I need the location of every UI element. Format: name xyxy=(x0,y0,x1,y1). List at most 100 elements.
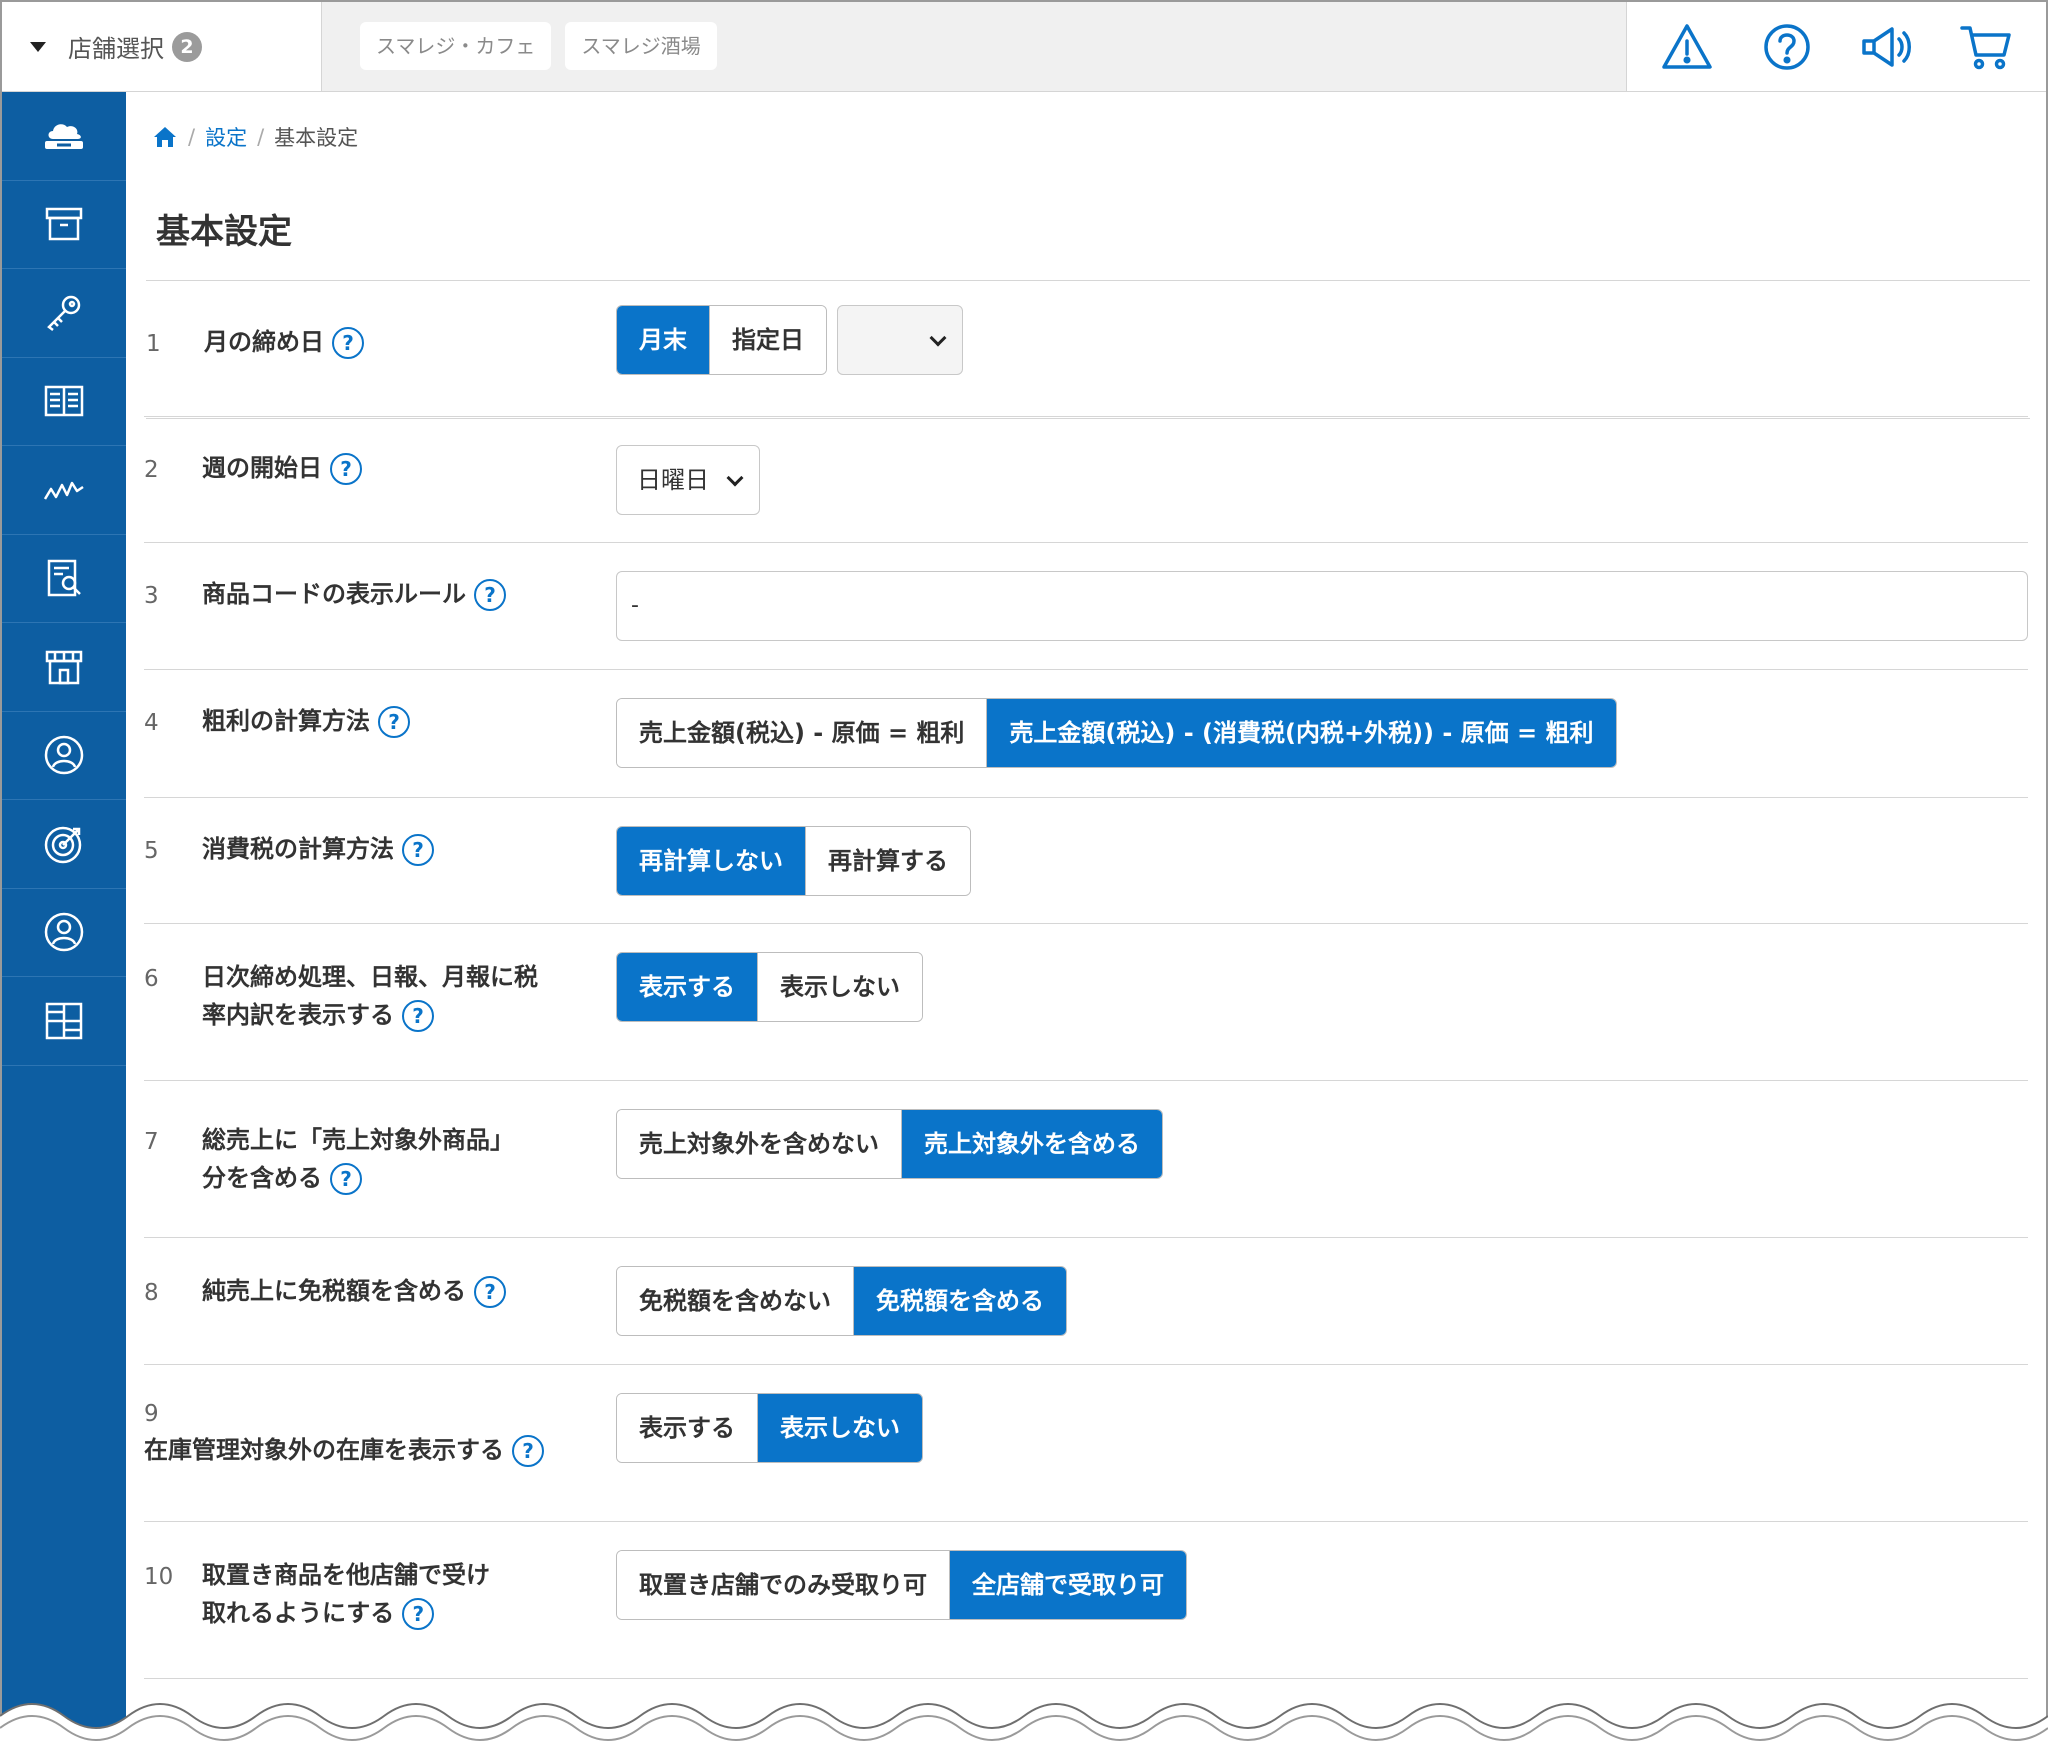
week-start-select[interactable]: 日曜日 xyxy=(616,445,760,515)
setting-label-text: 純売上に免税額を含める xyxy=(202,1277,466,1305)
torn-edge xyxy=(0,1703,2048,1754)
sidebar-item-customers[interactable] xyxy=(2,712,126,800)
store-select-label: 店舗選択 xyxy=(68,35,164,63)
setting-label: 粗利の計算方法? xyxy=(202,702,582,740)
cloud-register-icon xyxy=(45,123,83,149)
help-button[interactable]: ? xyxy=(402,1598,435,1630)
store-icon xyxy=(45,650,83,684)
chevron-down-icon xyxy=(726,469,744,487)
setting-row-1-layer xyxy=(144,279,2028,417)
cart-icon[interactable] xyxy=(1958,19,2014,75)
tax-calc-toggle: 再計算しない 再計算する xyxy=(616,826,971,896)
setting-label: 取置き商品を他店舗で受け取れるようにする? xyxy=(202,1556,502,1632)
sidebar-item-products[interactable] xyxy=(2,181,126,269)
sidebar-item-register[interactable] xyxy=(2,92,126,181)
setting-label: 在庫管理対象外の在庫を表示する? xyxy=(144,1431,604,1469)
help-button[interactable]: ? xyxy=(474,579,506,611)
archive-box-icon xyxy=(45,208,83,241)
gross-profit-controls: 売上金額(税込) - 原価 = 粗利 売上金額(税込) - (消費税(内税+外税… xyxy=(616,698,1617,768)
option-include-tax-free[interactable]: 免税額を含める xyxy=(854,1267,1066,1335)
top-bar: 店舗選択 2 スマレジ・カフェ スマレジ酒場 xyxy=(2,2,2046,92)
setting-row-6: 6 日次締め処理、日報、月報に税率内訳を表示する? 表示する 表示しない xyxy=(144,924,2028,1081)
setting-row-4: 4 粗利の計算方法? 売上金額(税込) - 原価 = 粗利 売上金額(税込) -… xyxy=(144,670,2028,798)
setting-row-8: 8 純売上に免税額を含める? 免税額を含めない 免税額を含める xyxy=(144,1238,2028,1365)
warning-icon[interactable] xyxy=(1659,19,1715,75)
target-icon xyxy=(44,826,82,863)
setting-row-9: 9 在庫管理対象外の在庫を表示する? 表示する 表示しない xyxy=(144,1365,2028,1522)
setting-label-text: 在庫管理対象外の在庫を表示する xyxy=(144,1436,504,1464)
setting-label: 総売上に「売上対象外商品」分を含める? xyxy=(202,1121,532,1197)
setting-number: 8 xyxy=(144,1280,159,1306)
setting-label: 週の開始日? xyxy=(202,449,582,487)
week-start-controls: 日曜日 xyxy=(616,445,760,515)
sidebar-item-stores[interactable] xyxy=(2,623,126,712)
option-gross-profit-excl-tax[interactable]: 売上金額(税込) - (消費税(内税+外税)) - 原価 = 粗利 xyxy=(987,699,1616,767)
store-tab-cafe[interactable]: スマレジ・カフェ xyxy=(360,22,552,70)
setting-label: 消費税の計算方法? xyxy=(202,830,582,868)
setting-number: 4 xyxy=(144,710,159,736)
week-start-value: 日曜日 xyxy=(637,466,709,494)
customer-icon xyxy=(44,736,84,775)
tax-calc-controls: 再計算しない 再計算する xyxy=(616,826,971,896)
option-gross-profit-basic[interactable]: 売上金額(税込) - 原価 = 粗利 xyxy=(617,699,988,767)
sidebar-item-staff[interactable] xyxy=(2,889,126,977)
caret-down-icon xyxy=(30,41,46,52)
non-managed-stock-toggle: 表示する 表示しない xyxy=(616,1393,923,1463)
setting-label: 純売上に免税額を含める? xyxy=(202,1272,582,1310)
setting-label-text: 商品コードの表示ルール xyxy=(202,580,466,608)
option-pickup-reserved-store-only[interactable]: 取置き店舗でのみ受取り可 xyxy=(617,1551,950,1619)
megaphone-icon[interactable] xyxy=(1858,19,1914,75)
tax-free-toggle: 免税額を含めない 免税額を含める xyxy=(616,1266,1067,1336)
tax-breakdown-controls: 表示する 表示しない xyxy=(616,952,923,1022)
store-tab-sakaba[interactable]: スマレジ酒場 xyxy=(565,22,717,70)
sidebar-item-marketing[interactable] xyxy=(2,800,126,889)
sidebar-item-analytics[interactable] xyxy=(2,446,126,535)
help-button[interactable]: ? xyxy=(512,1435,544,1467)
pickup-toggle: 取置き店舗でのみ受取り可 全店舗で受取り可 xyxy=(616,1550,1187,1620)
setting-number: 10 xyxy=(144,1564,174,1590)
sidebar-item-reports[interactable] xyxy=(2,535,126,623)
user-icon xyxy=(44,913,84,952)
tax-free-controls: 免税額を含めない 免税額を含める xyxy=(616,1266,1067,1336)
sidebar xyxy=(2,92,126,1754)
option-include-non-sales[interactable]: 売上対象外を含める xyxy=(902,1110,1162,1178)
report-search-icon xyxy=(47,560,81,597)
setting-label: 商品コードの表示ルール? xyxy=(202,575,622,613)
setting-row-5: 5 消費税の計算方法? 再計算しない 再計算する xyxy=(144,798,2028,924)
pickup-controls: 取置き店舗でのみ受取り可 全店舗で受取り可 xyxy=(616,1550,1187,1620)
option-recalc[interactable]: 再計算する xyxy=(806,827,970,895)
help-button[interactable]: ? xyxy=(402,834,434,866)
setting-row-7: 7 総売上に「売上対象外商品」分を含める? 売上対象外を含めない 売上対象外を含… xyxy=(144,1081,2028,1238)
setting-number: 6 xyxy=(144,966,159,992)
help-icon[interactable] xyxy=(1759,19,1815,75)
option-hide[interactable]: 表示しない xyxy=(758,1394,922,1462)
store-select-dropdown[interactable]: 店舗選択 2 xyxy=(2,2,322,91)
setting-label-text: 消費税の計算方法 xyxy=(202,835,394,863)
help-button[interactable]: ? xyxy=(330,453,362,485)
chart-line-icon xyxy=(43,481,84,500)
setting-label: 日次締め処理、日報、月報に税率内訳を表示する? xyxy=(202,958,542,1034)
option-show[interactable]: 表示する xyxy=(617,1394,758,1462)
setting-label-text: 日次締め処理、日報、月報に税率内訳を表示する xyxy=(202,963,538,1029)
sidebar-item-settings-key[interactable] xyxy=(2,269,126,358)
sidebar-item-apps[interactable] xyxy=(2,977,126,1066)
help-button[interactable]: ? xyxy=(402,1000,434,1032)
setting-row-2: 2 週の開始日? 日曜日 xyxy=(144,417,2028,543)
setting-label-text: 取置き商品を他店舗で受け取れるようにする xyxy=(202,1561,490,1627)
option-hide[interactable]: 表示しない xyxy=(758,953,922,1021)
option-show[interactable]: 表示する xyxy=(617,953,758,1021)
sidebar-item-manual[interactable] xyxy=(2,358,126,446)
option-pickup-all-stores[interactable]: 全店舗で受取り可 xyxy=(950,1551,1186,1619)
option-no-recalc[interactable]: 再計算しない xyxy=(617,827,806,895)
top-icon-bar xyxy=(1626,2,2046,91)
book-icon xyxy=(44,386,84,417)
help-button[interactable]: ? xyxy=(474,1276,506,1308)
code-rule-controls: - xyxy=(616,571,2028,641)
option-exclude-tax-free[interactable]: 免税額を含めない xyxy=(617,1267,854,1335)
option-exclude-non-sales[interactable]: 売上対象外を含めない xyxy=(617,1110,902,1178)
help-button[interactable]: ? xyxy=(330,1163,362,1195)
gross-profit-toggle: 売上金額(税込) - 原価 = 粗利 売上金額(税込) - (消費税(内税+外税… xyxy=(616,698,1617,768)
help-button[interactable]: ? xyxy=(378,706,410,738)
non-managed-stock-controls: 表示する 表示しない xyxy=(616,1393,923,1463)
product-code-rule-input[interactable]: - xyxy=(616,571,2028,641)
